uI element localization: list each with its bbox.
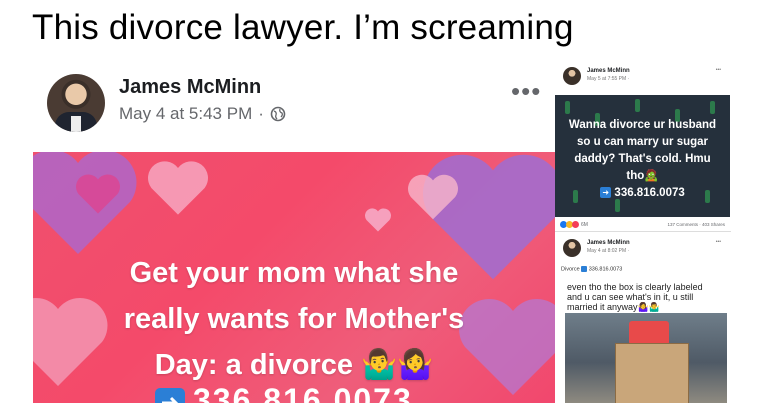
caption-prefix: Divorce [561,266,580,273]
banner-line-1: Get your mom what she [129,257,459,289]
heart-icon [365,208,391,232]
side-text-line-2: so u can marry ur sugar [576,136,709,148]
side-post-2-photo [565,313,727,403]
shrug-emoji: 🤷‍♂️🤷‍♀️ [361,349,434,381]
reactions-bar[interactable]: 6M [560,221,588,228]
cooler [629,321,669,345]
side-author-avatar[interactable] [563,67,581,85]
side-post-image: Wanna divorce ur husband so u can marry … [555,95,730,217]
heart-icon [76,174,120,214]
post-image-banner: Get your mom what she really wants for M… [33,152,555,403]
side-post-2-text: even tho the box is clearly labeled and … [567,282,703,312]
cardboard-box [615,343,689,403]
side-post-column: James McMinn May 5 at 7:55 PM · ••• Wann… [555,55,731,403]
author-name[interactable]: James McMinn [119,76,261,99]
side-post-timestamp: May 5 at 7:55 PM · [587,76,630,82]
headline: This divorce lawyer. I’m screaming [32,8,574,47]
side-text-line-1: Wanna divorce ur husband [568,119,717,131]
arrow-right-icon [581,266,588,272]
author-avatar[interactable] [47,74,105,132]
meta-separator: · [258,104,264,123]
side-phone-number[interactable]: 336.816.0073 [614,187,684,199]
side-phone-line: ➜ 336.816.0073 [555,185,730,202]
arrow-right-icon: ➜ [600,187,612,199]
globe-icon [270,106,286,122]
side-author-avatar-2[interactable] [563,239,581,257]
post-timestamp[interactable]: May 4 at 5:43 PM [119,104,252,124]
main-post: James McMinn May 4 at 5:43 PM · ••• Get … [33,62,555,403]
side-phone-number-2[interactable]: 336.816.0073 [589,266,623,272]
heart-icon [408,174,458,220]
side-post-2-caption: Divorce 336.816.0073 [561,266,622,272]
side-text-line-3: daddy? That's cold. Hmu [574,153,711,165]
side-author-name[interactable]: James McMinn [587,68,630,74]
phone-line: 336.816.0073 [155,382,413,403]
phone-number[interactable]: 336.816.0073 [193,382,413,403]
side-post-timestamp-2: May 4 at 8:02 PM · [587,248,630,254]
side-image-text: Wanna divorce ur husband so u can marry … [555,117,730,202]
banner-line-3-text: Day: a divorce [154,349,353,381]
more-options-button[interactable]: ••• [511,78,541,104]
banner-text: Get your mom what she really wants for M… [33,250,555,388]
post-stats[interactable]: 137 Comments · 403 Shares [667,222,725,227]
side-author-name-2[interactable]: James McMinn [587,240,630,246]
side-more-button[interactable]: ••• [716,67,721,73]
heart-icon [148,161,208,215]
post-meta: May 4 at 5:43 PM · [119,104,286,124]
arrow-right-icon [155,387,185,403]
side-more-button-2[interactable]: ••• [716,239,721,245]
love-reaction-icon [572,221,579,228]
banner-line-2: really wants for Mother's [123,303,465,335]
reactions-count: 6M [581,221,588,228]
side-text-line-4: tho🧟 [626,170,659,182]
divider [555,231,731,232]
